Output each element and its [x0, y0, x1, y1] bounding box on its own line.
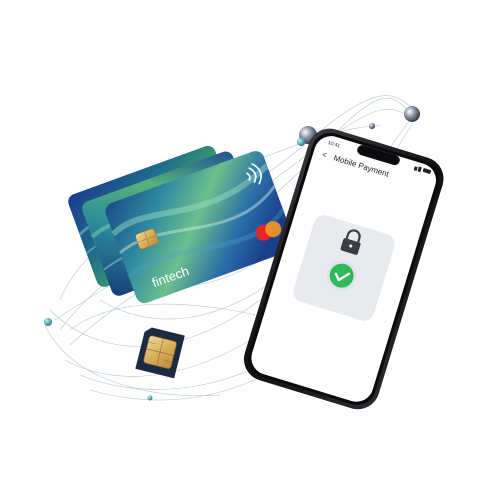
sphere-decoration — [147, 395, 153, 401]
fintech-illustration: fintech 10:41 < Mobile Payment — [44, 95, 444, 410]
sphere-decoration — [44, 318, 52, 326]
sphere-decoration — [369, 123, 375, 129]
sphere-decoration — [297, 138, 305, 146]
sphere-decoration — [404, 106, 420, 122]
sim-card — [135, 327, 185, 379]
smartphone: 10:41 < Mobile Payment — [243, 128, 444, 410]
